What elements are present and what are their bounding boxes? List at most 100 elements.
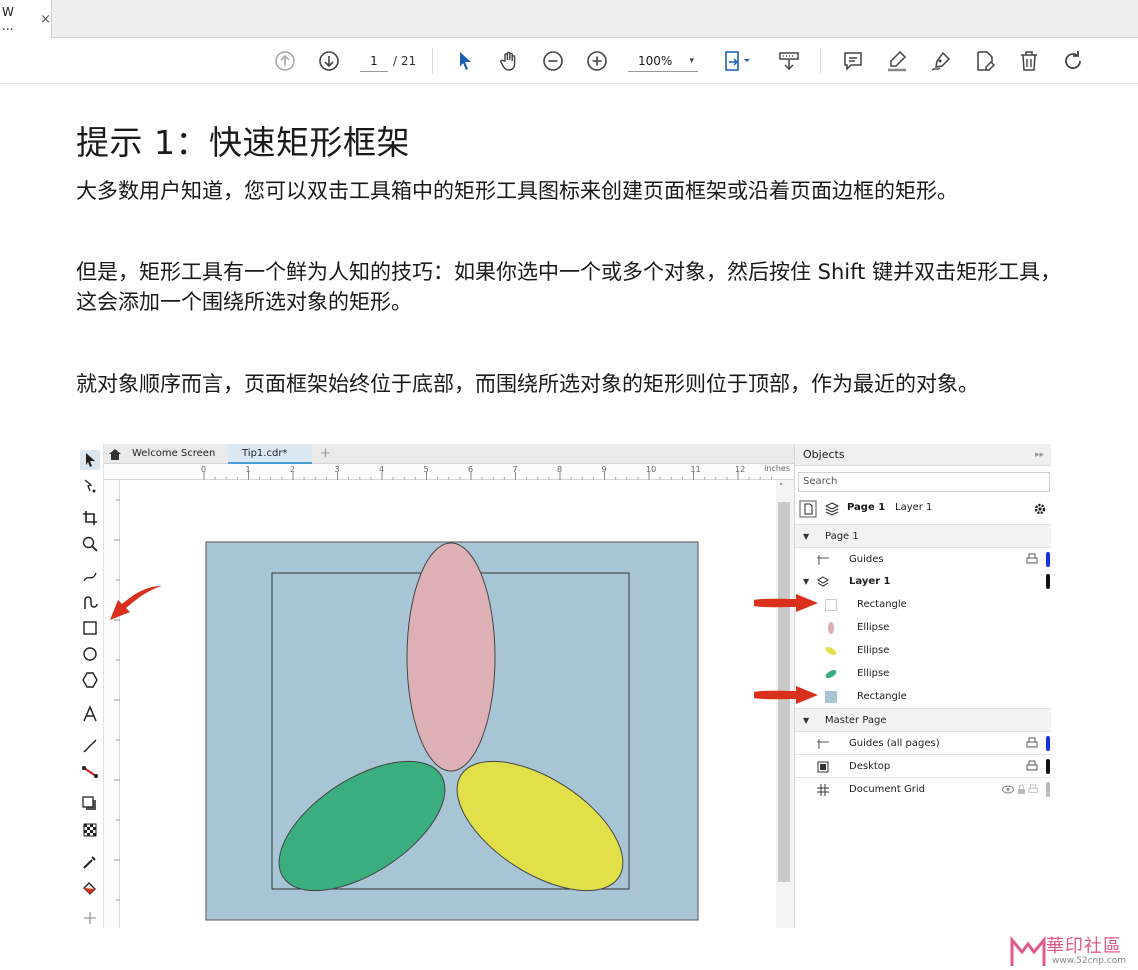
crop-tool-icon[interactable] (80, 508, 100, 528)
tab-tip1[interactable]: Tip1.cdr* (228, 444, 312, 464)
eyedropper-icon[interactable] (80, 852, 100, 872)
page-number-input[interactable]: 1 (360, 50, 388, 72)
zoom-in-icon[interactable] (584, 48, 610, 74)
tree-row-label: Master Page (825, 715, 887, 726)
tab-strip: W ... × (0, 0, 1138, 38)
tree-row-desktop[interactable]: Desktop (795, 754, 1051, 777)
paragraph-1: 大多数用户知道，您可以双击工具箱中的矩形工具图标来创建页面框架或沿着页面边框的矩… (76, 179, 958, 203)
printer-icon[interactable] (1026, 760, 1038, 772)
toolbar-divider (432, 48, 433, 74)
expand-icon[interactable]: ▸▸ (1035, 444, 1044, 466)
zoom-select[interactable]: 100% ▾ (628, 50, 698, 72)
toolbar-divider (820, 48, 821, 74)
sign-icon[interactable] (928, 48, 954, 74)
layer-color-swatch[interactable] (1046, 736, 1050, 751)
objects-search-input[interactable]: Search (798, 472, 1050, 492)
rotate-icon[interactable] (1060, 48, 1086, 74)
current-layer-label: Layer 1 (895, 502, 933, 513)
chevron-up-icon[interactable]: ˄ (779, 483, 784, 493)
paragraph-3: 就对象顺序而言，页面框架始终位于底部，而围绕所选对象的矩形则位于顶部，作为最近的… (76, 372, 979, 396)
fit-page-icon[interactable] (720, 48, 754, 74)
tree-row-page1[interactable]: ▼ Page 1 (795, 524, 1051, 547)
layer-color-swatch[interactable] (1046, 782, 1050, 797)
tree-row-ellipse-pink[interactable]: Ellipse (795, 616, 1051, 639)
fill-sign-icon[interactable] (972, 48, 998, 74)
drop-shadow-icon[interactable] (80, 794, 100, 814)
text-tool-icon[interactable] (80, 704, 100, 724)
ruler-tick-label: 12 (735, 465, 745, 474)
scroll-mode-icon[interactable] (776, 48, 802, 74)
next-page-icon[interactable] (316, 48, 342, 74)
add-tool-icon[interactable] (80, 908, 100, 928)
tree-row-rectangle-top[interactable]: Rectangle (795, 593, 1051, 616)
tree-row-guides[interactable]: Guides (795, 547, 1051, 570)
ruler-tick-label: 7 (513, 465, 518, 474)
artistic-media-icon[interactable] (80, 592, 100, 612)
chevron-down-icon: ▾ (689, 56, 694, 66)
collapse-icon[interactable]: ▼ (803, 525, 809, 548)
objects-panel-header: Objects ▸▸ (795, 444, 1051, 466)
transparency-tool-icon[interactable] (80, 820, 100, 840)
ruler-tick-label: 5 (424, 465, 429, 474)
document-tabs: Welcome Screen Tip1.cdr* + (104, 444, 794, 464)
pick-tool-icon[interactable] (80, 450, 100, 470)
tree-row-rectangle-bottom[interactable]: Rectangle (795, 685, 1051, 708)
tree-row-ellipse-green[interactable]: Ellipse (795, 662, 1051, 685)
paragraph-2: 但是，矩形工具有一个鲜为人知的技巧：如果你选中一个或多个对象，然后按住 Shif… (76, 260, 1062, 314)
new-tab-button[interactable]: + (314, 444, 334, 464)
grid-icon (817, 784, 829, 796)
ruler-tick-label: 8 (557, 465, 562, 474)
tree-row-document-grid[interactable]: Document Grid (795, 777, 1051, 800)
red-arrow-toolbox (110, 586, 162, 620)
tree-row-guides-all[interactable]: Guides (all pages) (795, 731, 1051, 754)
ruler-units: inches (764, 464, 790, 473)
layer-color-swatch[interactable] (1046, 552, 1050, 567)
printer-icon[interactable] (1026, 553, 1038, 565)
layer-color-swatch[interactable] (1046, 759, 1050, 774)
delete-icon[interactable] (1016, 48, 1042, 74)
ellipse-pink[interactable] (406, 542, 496, 772)
tree-row-label: Page 1 (825, 531, 859, 542)
gear-icon[interactable] (1033, 502, 1047, 516)
polygon-tool-icon[interactable] (80, 670, 100, 690)
comment-icon[interactable] (840, 48, 866, 74)
document-tab[interactable]: W ... × (0, 0, 52, 38)
select-pointer-icon[interactable] (452, 48, 478, 74)
tree-row-layer1[interactable]: ▼ Layer 1 (795, 570, 1051, 593)
layers-icon (825, 502, 839, 516)
hand-pan-icon[interactable] (496, 48, 522, 74)
shape-tool-icon[interactable] (80, 476, 100, 496)
freehand-tool-icon[interactable] (80, 566, 100, 586)
connector-tool-icon[interactable] (80, 762, 100, 782)
toolbox (76, 444, 104, 928)
lock-icon[interactable] (1017, 784, 1026, 795)
rectangle-filled-icon (825, 691, 837, 703)
guides-icon (817, 555, 829, 565)
tree-row-master-page[interactable]: ▼ Master Page (795, 708, 1051, 731)
watermark-text: 華印社區 (1046, 936, 1122, 957)
dimension-tool-icon[interactable] (80, 736, 100, 756)
tree-row-label: Desktop (849, 761, 891, 772)
previous-page-icon[interactable] (272, 48, 298, 74)
tree-row-label: Rectangle (857, 599, 907, 610)
interactive-fill-icon[interactable] (80, 878, 100, 898)
tab-close-icon[interactable]: × (40, 12, 51, 27)
ellipse-tool-icon[interactable] (80, 644, 100, 664)
printer-icon[interactable] (1026, 737, 1038, 749)
rectangle-tool-icon[interactable] (80, 618, 100, 638)
tab-welcome-screen[interactable]: Welcome Screen (104, 444, 228, 464)
page-view-icon[interactable] (799, 500, 817, 518)
drawing-canvas[interactable] (120, 480, 776, 928)
zoom-out-icon[interactable] (540, 48, 566, 74)
zoom-tool-icon[interactable] (80, 534, 100, 554)
tree-row-ellipse-yellow[interactable]: Ellipse (795, 639, 1051, 662)
ruler-tick-label: 2 (290, 465, 295, 474)
printer-icon[interactable] (1028, 784, 1038, 794)
highlight-pen-icon[interactable] (884, 48, 910, 74)
ruler-tick-label: 0 (201, 465, 206, 474)
eye-icon[interactable] (1002, 785, 1014, 794)
collapse-icon[interactable]: ▼ (803, 570, 809, 593)
layer-color-swatch[interactable] (1046, 574, 1050, 589)
collapse-icon[interactable]: ▼ (803, 709, 809, 732)
canvas-scrollbar[interactable]: ˄ (776, 480, 794, 928)
